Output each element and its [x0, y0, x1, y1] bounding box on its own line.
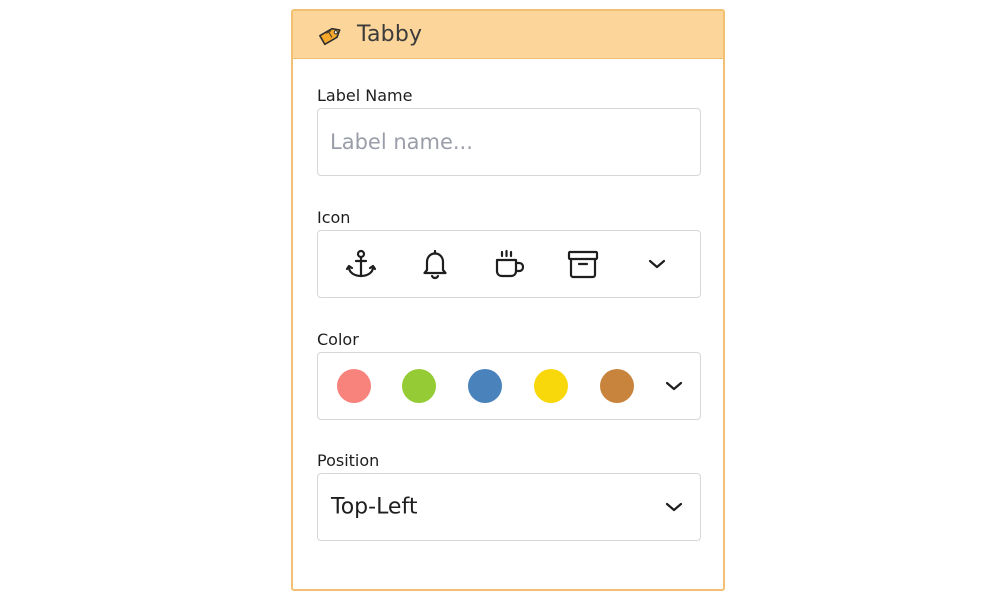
bell-icon[interactable] [418, 247, 452, 281]
icon-label: Icon [317, 208, 351, 227]
position-select[interactable]: Top-Left [317, 473, 701, 541]
position-label: Position [317, 451, 380, 470]
color-expand-chevron-down-icon[interactable] [665, 380, 683, 392]
color-swatch[interactable] [337, 369, 371, 403]
archive-box-icon[interactable] [566, 247, 600, 281]
label-name-label: Label Name [317, 86, 413, 105]
icon-expand-chevron-down-icon[interactable] [648, 258, 666, 270]
color-swatch[interactable] [468, 369, 502, 403]
chevron-down-icon [665, 501, 683, 513]
coffee-mug-icon[interactable] [492, 247, 526, 281]
icon-picker [317, 230, 701, 298]
color-picker [317, 352, 701, 420]
anchor-icon[interactable] [344, 247, 378, 281]
app-title: Tabby [357, 22, 423, 47]
color-swatch[interactable] [600, 369, 634, 403]
tag-icon: T [317, 21, 345, 49]
app-header: T Tabby [293, 11, 723, 59]
color-label: Color [317, 330, 359, 349]
page-background: T Tabby Label Name Icon [0, 0, 1000, 600]
label-name-input[interactable] [318, 109, 700, 175]
popup-panel: T Tabby Label Name Icon [291, 9, 725, 591]
color-swatch[interactable] [534, 369, 568, 403]
label-name-field [317, 108, 701, 176]
position-selected-value: Top-Left [331, 494, 418, 520]
color-swatch[interactable] [402, 369, 436, 403]
